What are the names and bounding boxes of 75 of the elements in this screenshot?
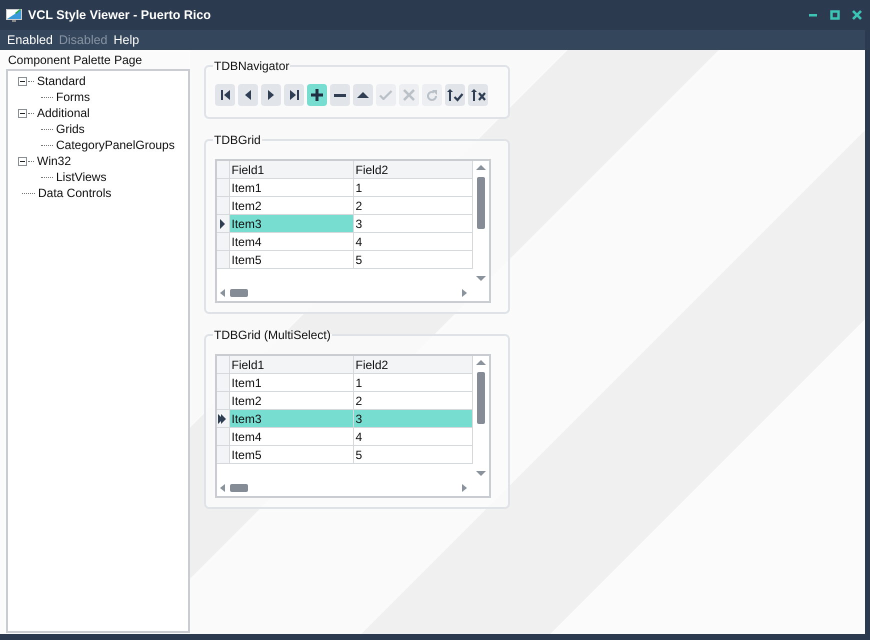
navigator-button[interactable] [284,84,304,106]
column-header[interactable]: Field1 [229,356,353,374]
next-icon [267,89,275,101]
navigator-button[interactable] [261,84,281,106]
column-header[interactable]: Field2 [353,356,472,374]
scroll-left-icon [220,289,225,297]
navigator-button[interactable] [353,84,373,106]
up-triangle-icon [356,91,370,99]
navigator-button[interactable] [307,84,327,106]
tree-item[interactable]: CategoryPanelGroups [54,138,177,152]
navigator-button[interactable] [445,84,465,106]
scrollbar-thumb [230,289,248,297]
table-cell: 2 [353,196,472,214]
group-title: TDBNavigator [213,59,290,73]
scroll-left-icon [220,484,225,492]
tree-item[interactable]: Standard [35,74,88,88]
scroll-right-icon [462,484,467,492]
collapse-icon[interactable] [18,76,27,86]
group-title: TDBGrid [213,133,262,147]
checkmark-icon [379,90,393,100]
scrollbar-thumb [477,177,485,229]
first-record-icon [220,89,230,101]
table-cell: Item4 [229,232,353,250]
table-cell: Item1 [229,374,353,392]
column-header[interactable]: Field2 [353,161,472,178]
maximize-icon[interactable] [830,10,840,20]
navigator-button[interactable] [215,84,235,106]
app-icon [6,8,22,22]
previous-icon [244,89,252,101]
scroll-down-icon [476,276,486,282]
panel-title: Component Palette Page [7,52,144,69]
tree-item[interactable]: Forms [54,90,92,104]
scroll-up-icon [476,164,486,170]
table-cell: Item5 [229,250,353,268]
table-cell: Item4 [229,428,353,446]
scrollbar-thumb [477,372,485,424]
scroll-right-icon [462,289,467,297]
table-cell: Item1 [229,178,353,196]
tree-item[interactable]: Grids [54,122,87,136]
table-cell: 1 [353,178,472,196]
tree-item[interactable]: Data Controls [36,186,114,200]
navigator-button[interactable] [468,84,488,106]
table-cell: 1 [353,374,472,392]
table-cell: 4 [353,428,472,446]
collapse-icon[interactable] [18,156,27,166]
up-arrow-check-icon [446,88,464,102]
cross-icon [403,89,415,101]
table-cell: Item5 [229,446,353,464]
tree-item[interactable]: ListViews [54,170,108,184]
window-title: VCL Style Viewer - Puerto Rico [28,8,212,22]
tree-item[interactable]: Win32 [35,154,74,168]
table-cell: 5 [353,250,472,268]
table-cell: 3 [353,214,472,232]
plus-icon [310,88,324,102]
menu-item[interactable]: Enabled [4,33,56,47]
collapse-icon[interactable] [18,108,27,118]
navigator-button[interactable] [238,84,258,106]
up-arrow-cross-icon [470,88,486,102]
table-cell: 5 [353,446,472,464]
table-cell: Item3 [229,214,353,232]
refresh-icon [426,89,438,101]
table-cell: 3 [353,410,472,428]
table-cell: 4 [353,232,472,250]
scroll-up-icon [476,359,486,365]
minus-icon [333,92,347,98]
column-header[interactable]: Field1 [229,161,353,178]
last-record-icon [288,89,300,101]
navigator-button[interactable] [330,84,350,106]
close-icon[interactable] [852,10,862,20]
scroll-down-icon [476,471,486,477]
group-title: TDBGrid (MultiSelect) [213,328,332,342]
scrollbar-thumb [230,484,248,492]
menu-item[interactable]: Help [110,33,142,47]
tree-item[interactable]: Additional [35,106,92,120]
table-cell: Item3 [229,410,353,428]
